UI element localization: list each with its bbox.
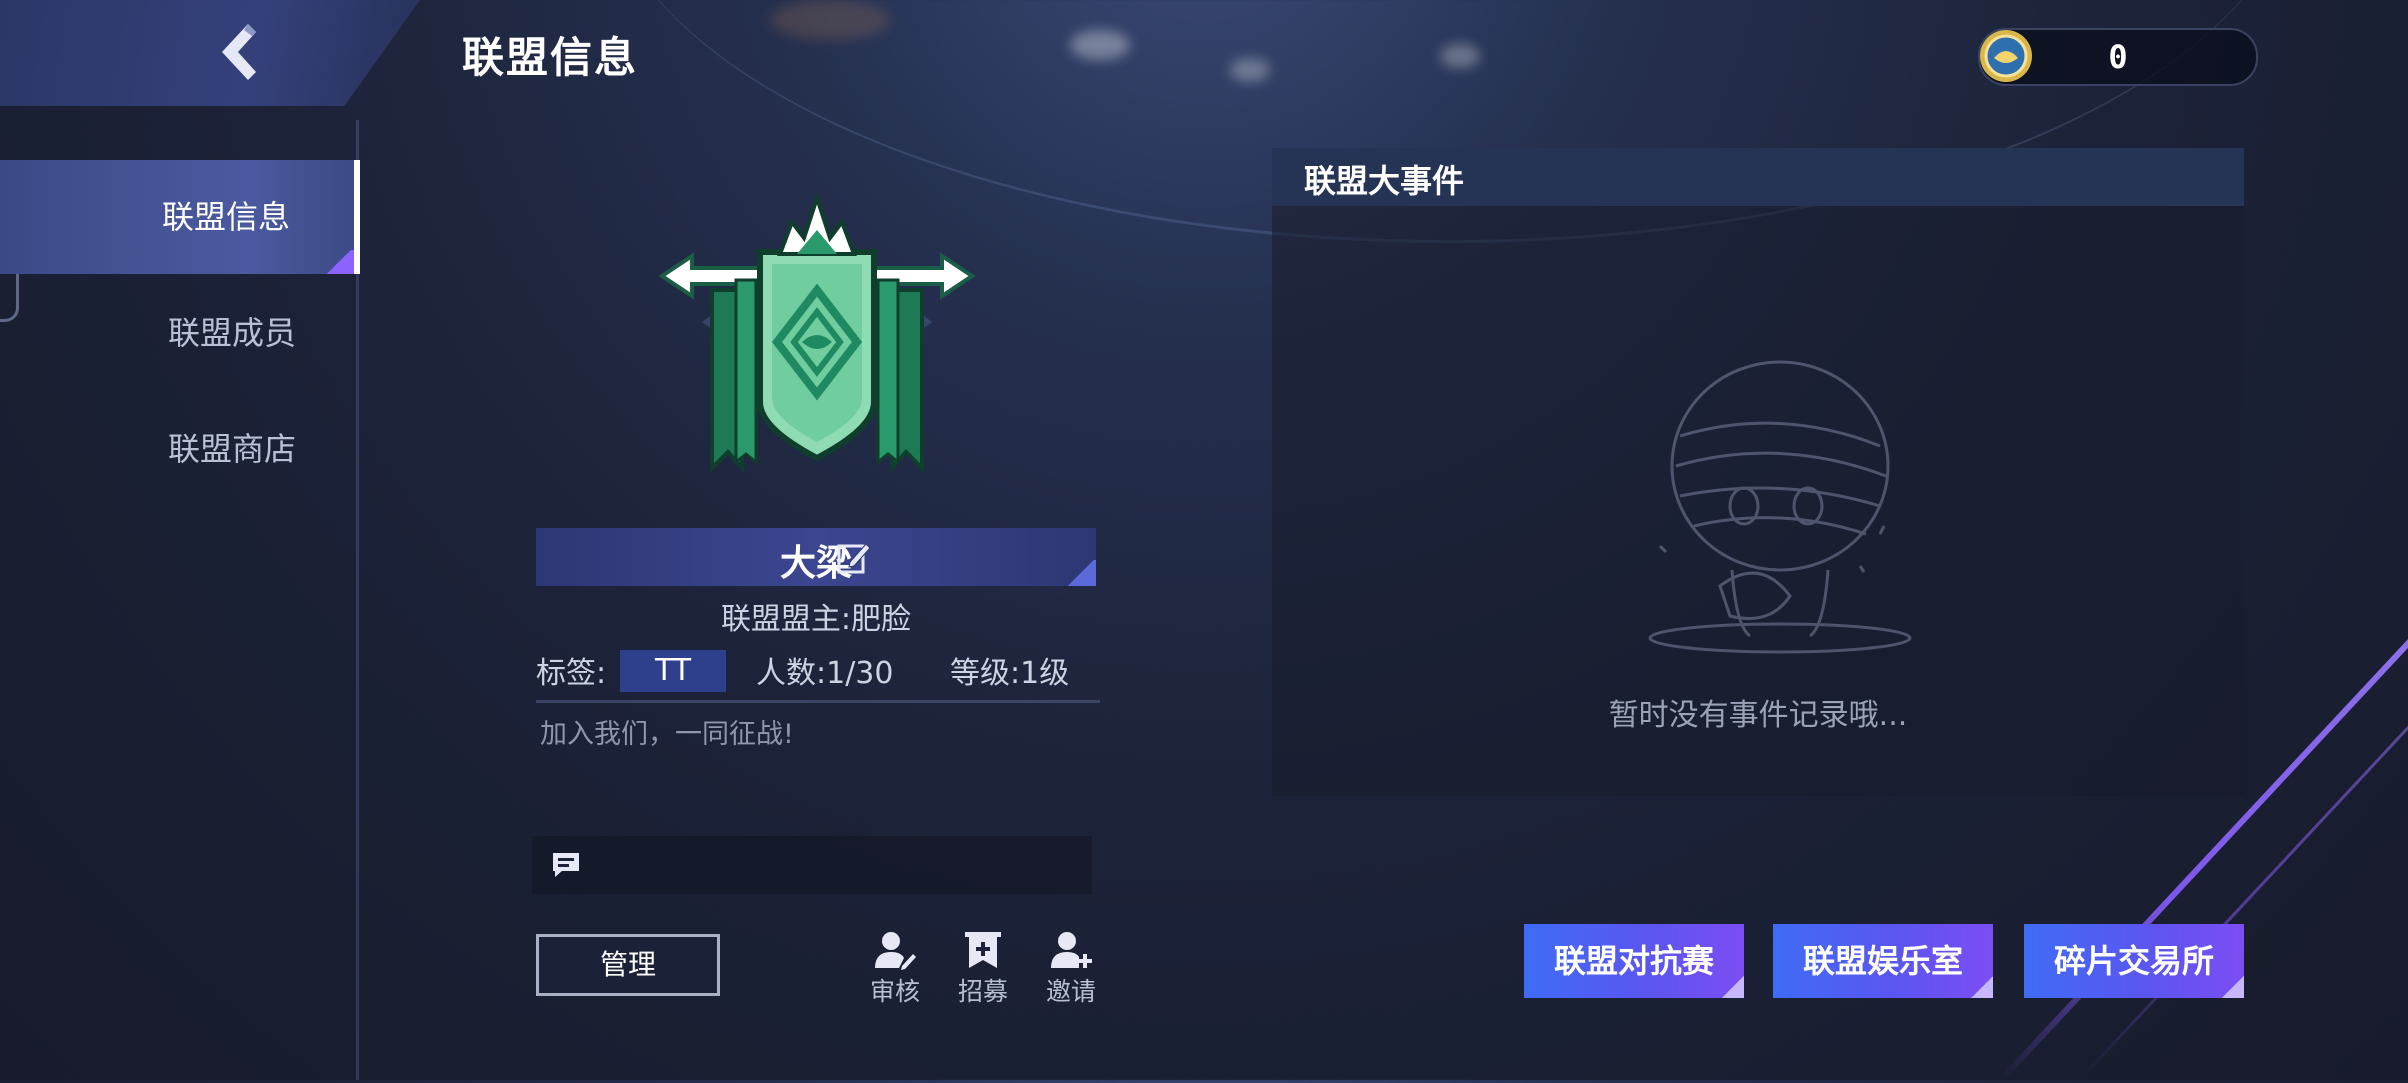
back-arrow-icon bbox=[222, 24, 256, 80]
invite-label: 邀请 bbox=[1045, 977, 1096, 1006]
back-button[interactable] bbox=[200, 18, 280, 88]
empty-mummy-illustration bbox=[1648, 360, 1912, 654]
review-button[interactable]: 审核 bbox=[860, 930, 930, 1008]
recruit-flag-icon bbox=[965, 932, 1001, 968]
fragment-exchange-button[interactable]: 碎片交易所 bbox=[2024, 924, 2244, 998]
events-title: 联盟大事件 bbox=[1304, 162, 1465, 200]
member-count: 人数:1/30 bbox=[756, 656, 894, 691]
sidebar-item-alliance-shop[interactable]: 联盟商店 bbox=[0, 392, 360, 506]
alliance-rivalry-button[interactable]: 联盟对抗赛 bbox=[1524, 924, 1744, 998]
background-light bbox=[1070, 30, 1130, 60]
info-divider bbox=[536, 700, 1100, 703]
page-title: 联盟信息 bbox=[462, 33, 639, 82]
sidebar-item-label: 联盟商店 bbox=[167, 430, 296, 468]
chat-bar[interactable] bbox=[532, 836, 1092, 894]
user-add-icon bbox=[1051, 932, 1092, 968]
alliance-name: 大梁 bbox=[779, 543, 852, 584]
alliance-entertainment-button[interactable]: 联盟娱乐室 bbox=[1773, 924, 1993, 998]
currency-display: 0 bbox=[1978, 28, 2258, 86]
background-light bbox=[770, 0, 890, 40]
alliance-slogan: 加入我们，一同征战! bbox=[540, 719, 794, 750]
sidebar-item-alliance-members[interactable]: 联盟成员 bbox=[0, 276, 360, 390]
background-light bbox=[1230, 58, 1270, 82]
sidebar-item-alliance-info[interactable]: 联盟信息 bbox=[0, 160, 360, 274]
sidebar-item-label: 联盟信息 bbox=[161, 198, 290, 236]
background-light bbox=[1440, 44, 1480, 68]
manage-button[interactable]: 管理 bbox=[536, 934, 720, 996]
alliance-emblem bbox=[658, 191, 976, 474]
chat-bubble-icon bbox=[553, 853, 579, 877]
user-edit-icon bbox=[875, 932, 916, 970]
invite-button[interactable]: 邀请 bbox=[1036, 930, 1106, 1008]
alliance-name-bar: 大梁 bbox=[536, 528, 1096, 586]
tag-value: TT bbox=[620, 650, 726, 692]
empty-events-text: 暂时没有事件记录哦... bbox=[1608, 698, 1908, 733]
events-header: 联盟大事件 bbox=[1272, 148, 2244, 206]
review-label: 审核 bbox=[869, 977, 920, 1006]
alliance-level: 等级:1级 bbox=[950, 656, 1070, 691]
recruit-label: 招募 bbox=[957, 977, 1008, 1006]
alliance-leader: 联盟盟主:肥脸 bbox=[720, 602, 912, 637]
tag-label: 标签: bbox=[536, 656, 607, 691]
recruit-button[interactable]: 招募 bbox=[948, 930, 1018, 1008]
edit-name-icon[interactable] bbox=[836, 540, 872, 576]
currency-value: 0 bbox=[2108, 38, 2128, 76]
sidebar-item-label: 联盟成员 bbox=[167, 314, 296, 352]
